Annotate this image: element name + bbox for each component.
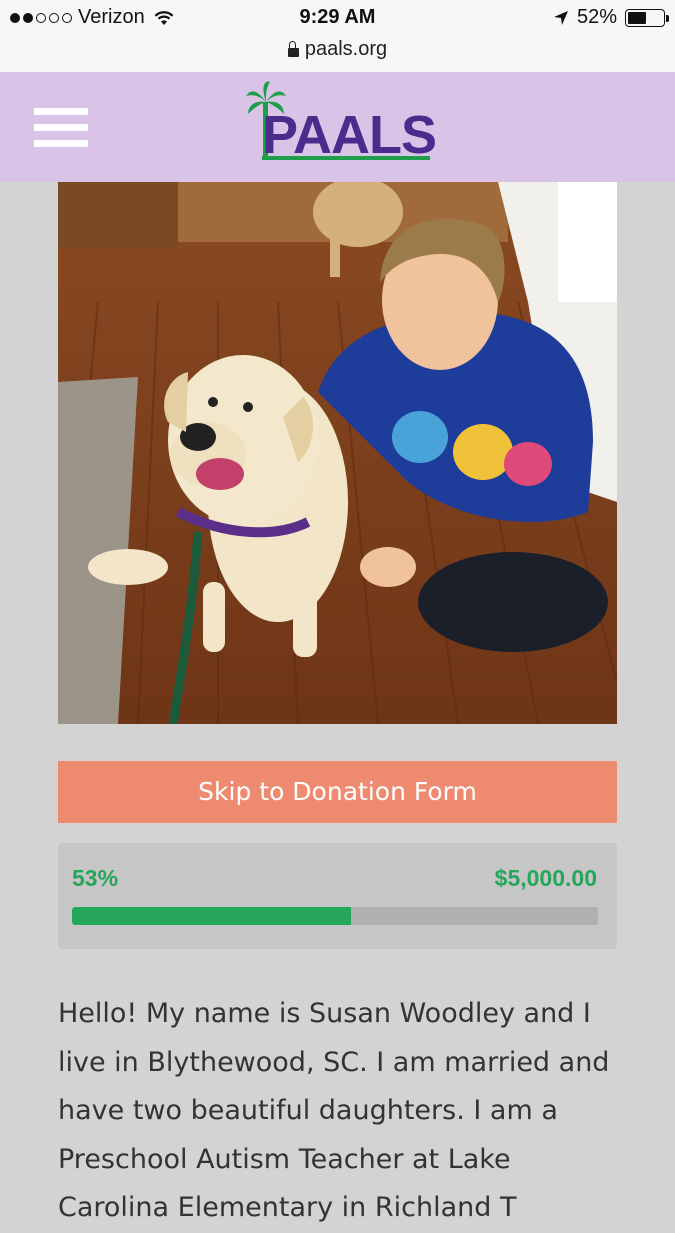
battery-icon <box>625 8 669 27</box>
goal-amount: $5,000.00 <box>494 865 597 891</box>
location-arrow-icon <box>553 10 568 25</box>
donation-progress: 53% $5,000.00 <box>58 843 617 949</box>
status-bar: Verizon 9:29 AM 52% paals.org <box>0 0 675 73</box>
battery-percent: 52% <box>576 6 617 28</box>
address-bar[interactable]: paals.org <box>0 38 675 61</box>
site-header: PAALS <box>0 72 675 182</box>
woman-with-dog-photo <box>58 182 617 724</box>
paals-logo[interactable]: PAALS <box>246 80 437 170</box>
logo-wordmark: PAALS <box>262 105 437 165</box>
url-text: paals.org <box>304 38 388 60</box>
skip-to-donation-button[interactable]: Skip to Donation Form <box>58 761 617 823</box>
menu-icon[interactable] <box>34 108 88 148</box>
progress-percent: 53% <box>72 865 119 891</box>
lock-icon <box>287 40 299 57</box>
progress-bar-fill <box>72 907 351 925</box>
fundraiser-photo <box>58 182 617 724</box>
logo-underline <box>262 156 430 160</box>
progress-bar-track <box>72 907 598 925</box>
fundraiser-bio: Hello! My name is Susan Woodley and I li… <box>58 998 610 1223</box>
